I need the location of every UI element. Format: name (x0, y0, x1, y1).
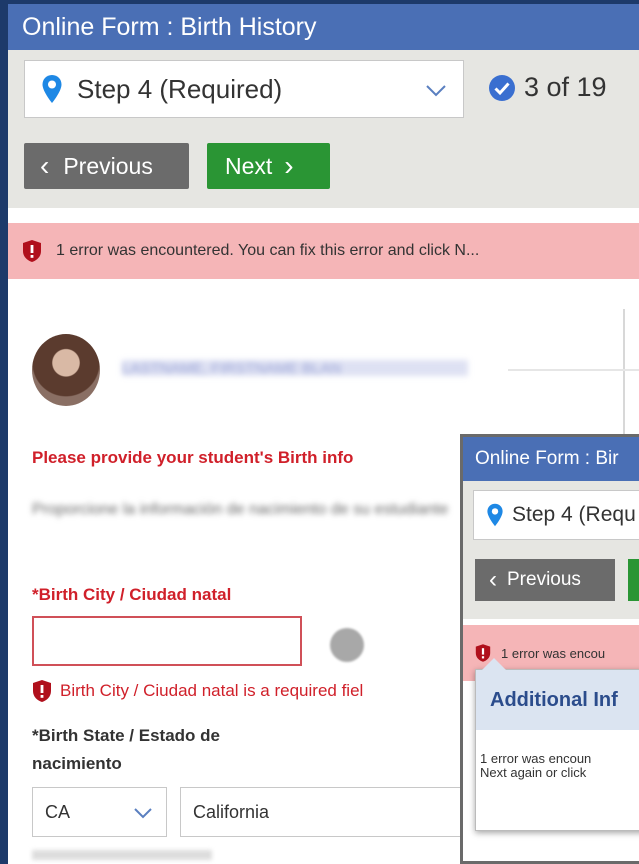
error-shield-icon (23, 240, 41, 262)
error-banner-message: 1 error was encountered. You can fix thi… (56, 242, 480, 259)
dialog-pointer (482, 658, 506, 670)
inset-previous-label: Previous (507, 569, 581, 590)
form-instructions: Proporcione la información de nacimiento… (32, 501, 449, 518)
inset-next-button[interactable] (628, 559, 639, 601)
birth-state-name-value: California (193, 801, 270, 822)
cut-off-field-label (32, 850, 212, 860)
window-titlebar: Online Form : Birth History (8, 4, 639, 50)
next-button-label: Next (225, 152, 273, 179)
step-progress-text: 3 of 19 (524, 72, 607, 102)
dialog-line: Next again or click (480, 765, 587, 780)
divider (508, 369, 639, 371)
chevron-left-icon: ‹ (489, 566, 497, 593)
student-name: LASTNAME, FIRSTNAME BLAN (122, 360, 468, 376)
error-shield-icon (33, 680, 51, 702)
birth-state-code-value: CA (45, 801, 71, 822)
inset-toolbar: Step 4 (Requ ‹ Previous (463, 481, 639, 619)
inset-error-text: 1 error was encou (501, 645, 606, 661)
dialog-body: 1 error was encoun Next again or click (476, 730, 639, 780)
loading-icon (330, 628, 364, 662)
step-selector-label: Step 4 (Required) (77, 73, 283, 104)
next-button[interactable]: Next › (207, 143, 330, 189)
birth-city-input[interactable] (32, 616, 302, 666)
step-selector[interactable]: Step 4 (Required) (24, 60, 464, 118)
check-circle-icon (489, 74, 515, 101)
zoomed-inset: Online Form : Bir Step 4 (Requ ‹ Previou… (460, 434, 639, 864)
chevron-down-icon (134, 808, 152, 819)
additional-info-dialog: Additional Inf 1 error was encoun Next a… (475, 658, 639, 831)
avatar (32, 334, 100, 406)
inset-step-selector[interactable]: Step 4 (Requ (473, 490, 639, 540)
birth-city-label: *Birth City / Ciudad natal (32, 585, 232, 604)
birth-state-label: *Birth State / Estado de nacimiento (32, 722, 220, 778)
chevron-left-icon: ‹ (40, 150, 50, 181)
previous-button-label: Previous (63, 152, 153, 179)
inset-title: Online Form : Bir (475, 448, 619, 469)
window-title: Online Form : Birth History (22, 12, 317, 41)
birth-state-label-line1: *Birth State / Estado de (32, 726, 220, 745)
birth-state-label-line2: nacimiento (32, 754, 122, 773)
birth-state-name-field[interactable]: California (180, 787, 480, 837)
inset-titlebar: Online Form : Bir (463, 437, 639, 481)
chevron-right-icon: › (284, 150, 294, 181)
step-progress: 3 of 19 (488, 72, 607, 103)
form-prompt: Please provide your student's Birth info (32, 448, 354, 467)
birth-city-error-text: Birth City / Ciudad natal is a required … (60, 681, 364, 700)
location-pin-icon (487, 503, 503, 527)
inset-previous-button[interactable]: ‹ Previous (475, 559, 615, 601)
step-toolbar: Step 4 (Required) 3 of 19 ‹ Previous Nex… (8, 50, 639, 208)
inset-step-label: Step 4 (Requ (512, 503, 636, 526)
location-pin-icon (42, 75, 62, 103)
birth-state-code-select[interactable]: CA (32, 787, 167, 837)
dialog-line: 1 error was encoun (480, 751, 592, 766)
birth-city-error: Birth City / Ciudad natal is a required … (32, 679, 363, 703)
previous-button[interactable]: ‹ Previous (24, 143, 189, 189)
form-window: Online Form : Birth History Step 4 (Requ… (8, 4, 639, 864)
divider (623, 309, 625, 437)
dialog-title: Additional Inf (476, 670, 639, 730)
chevron-down-icon (426, 85, 446, 97)
error-banner: 1 error was encountered. You can fix thi… (8, 223, 639, 279)
